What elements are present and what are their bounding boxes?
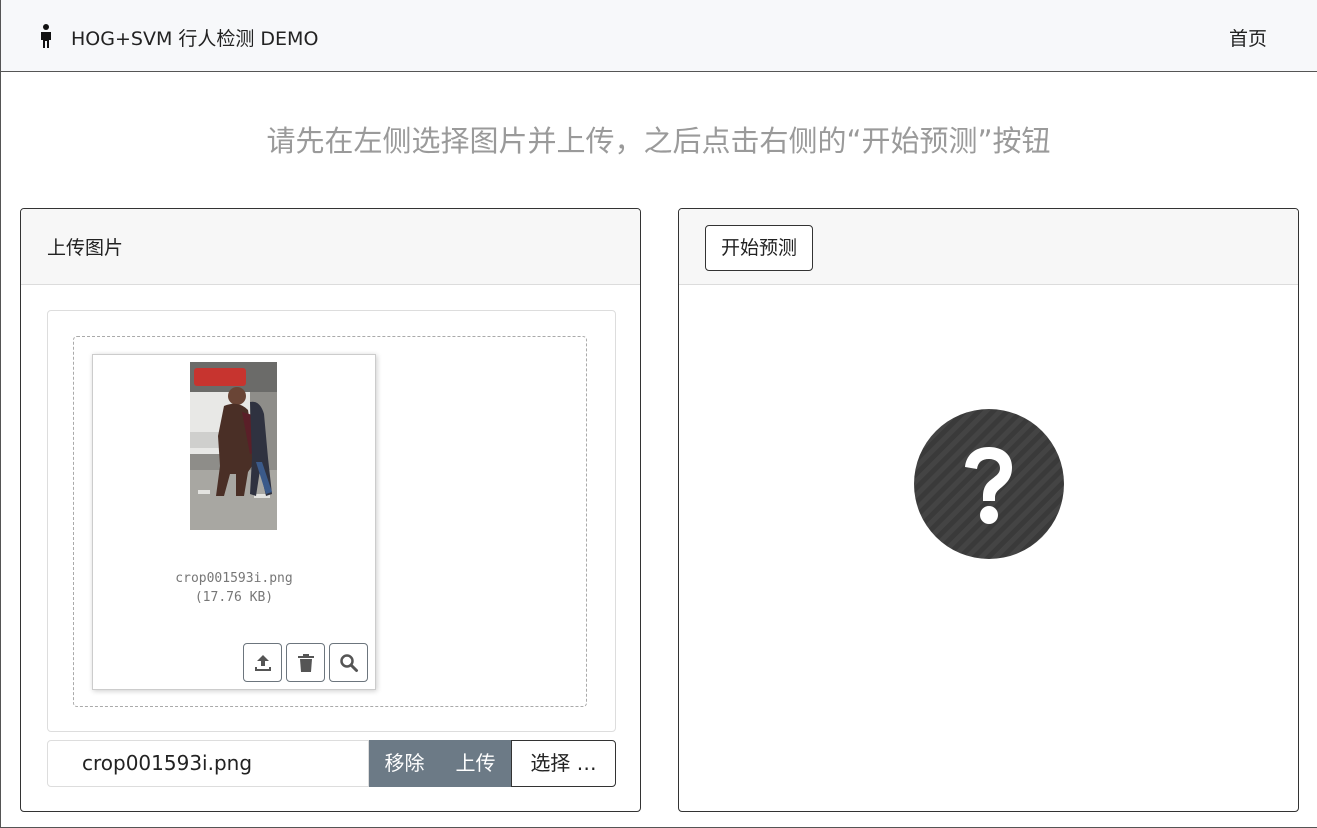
zoom-icon — [339, 653, 358, 672]
preview-file-size: (17.76 KB) — [194, 590, 274, 605]
upload-icon — [254, 654, 271, 671]
preview-caption: crop001593i.png (17.76 KB) — [93, 569, 375, 607]
upload-card-header: 上传图片 — [21, 209, 640, 285]
file-input-box: crop001593i.png (17.76 KB) — [47, 310, 616, 732]
preview-image — [190, 362, 277, 530]
preview-file-name: crop001593i.png — [175, 571, 293, 586]
file-input-group: crop001593i.png 移除 上传 选择 … — [47, 740, 616, 787]
preview-remove-button[interactable] — [286, 643, 325, 682]
preview-actions — [243, 643, 368, 682]
navbar: HOG+SVM 行人检测 DEMO 首页 — [0, 0, 1317, 72]
file-caption-field[interactable]: crop001593i.png — [47, 740, 369, 787]
upload-button[interactable]: 上传 — [440, 740, 511, 787]
instruction-text: 请先在左侧选择图片并上传，之后点击右侧的“开始预测”按钮 — [266, 124, 1051, 158]
start-predict-button[interactable]: 开始预测 — [705, 225, 814, 271]
browse-button[interactable]: 选择 … — [511, 740, 616, 787]
nav-home-link[interactable]: 首页 — [1229, 24, 1267, 51]
upload-card-title: 上传图片 — [47, 237, 124, 259]
remove-button[interactable]: 移除 — [369, 740, 440, 787]
predict-card: 开始预测 — [678, 208, 1299, 812]
brand-title[interactable]: HOG+SVM 行人检测 DEMO — [71, 24, 318, 51]
question-icon — [914, 409, 1064, 559]
drop-zone[interactable]: crop001593i.png (17.76 KB) — [73, 336, 587, 707]
preview-zoom-button[interactable] — [329, 643, 368, 682]
file-preview-thumbnail: crop001593i.png (17.76 KB) — [92, 354, 376, 690]
person-icon — [41, 24, 51, 48]
preview-upload-button[interactable] — [243, 643, 282, 682]
predict-card-header: 开始预测 — [679, 209, 1298, 285]
trash-icon — [297, 653, 314, 672]
upload-card: 上传图片 crop001593i.png (17.76 KB) crop0015… — [20, 208, 641, 812]
